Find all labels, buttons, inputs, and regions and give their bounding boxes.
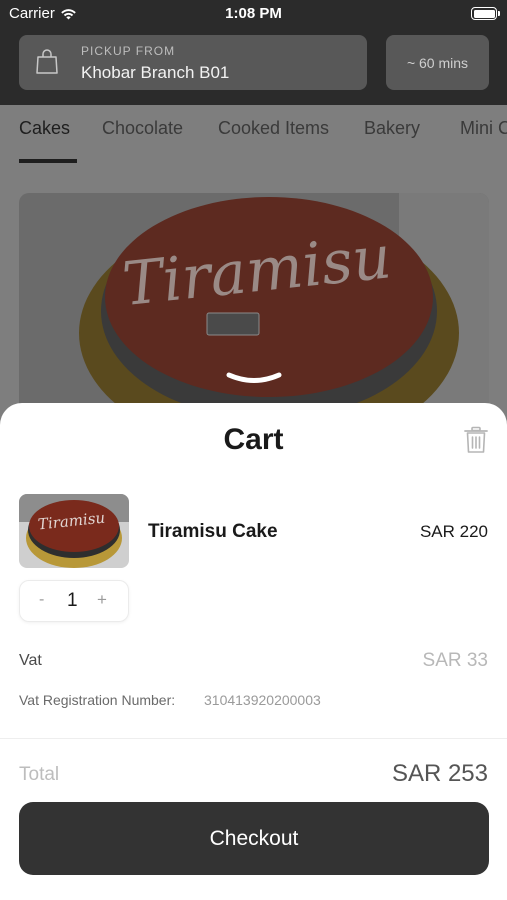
time-estimate-label: ~ 60 mins <box>406 54 469 71</box>
checkout-label: Checkout <box>209 826 299 850</box>
vat-label: Vat <box>19 652 42 669</box>
tab-cooked-items[interactable]: Cooked Items <box>218 118 329 139</box>
cart-item-price: SAR 220 <box>419 522 488 541</box>
cart-title: Cart <box>223 423 284 456</box>
pickup-branch-name: Khobar Branch B01 <box>81 63 230 82</box>
divider <box>0 738 507 739</box>
cart-item-thumbnail: Tiramisu <box>19 494 129 568</box>
status-time: 1:08 PM <box>225 5 282 22</box>
cart-sheet: Cart Tiramisu Tiramisu Cake SAR 220 - 1 … <box>0 403 507 900</box>
pickup-label: PICKUP FROM <box>81 44 176 58</box>
vat-value: SAR 33 <box>422 650 488 671</box>
trash-icon[interactable] <box>464 426 488 454</box>
cart-item-name: Tiramisu Cake <box>148 521 278 542</box>
tab-cakes[interactable]: Cakes <box>19 118 70 139</box>
vat-registration-label: Vat Registration Number: <box>19 692 176 708</box>
category-tabs: Cakes Chocolate Cooked Items Bakery Mini… <box>0 105 507 167</box>
shopping-bag-icon <box>36 49 58 74</box>
battery-icon <box>471 7 500 20</box>
pickup-time-estimate[interactable]: ~ 60 mins <box>386 35 489 90</box>
status-bar: Carrier 1:08 PM <box>0 0 507 28</box>
vat-registration-number: 310413920200003 <box>204 692 321 708</box>
increment-button[interactable]: + <box>97 590 107 610</box>
tab-chocolate[interactable]: Chocolate <box>102 118 183 139</box>
tab-bakery[interactable]: Bakery <box>364 118 420 139</box>
tab-mini[interactable]: Mini C <box>460 118 507 139</box>
pickup-location-selector[interactable]: PICKUP FROM Khobar Branch B01 <box>19 35 367 90</box>
total-value: SAR 253 <box>391 760 488 787</box>
quantity-stepper: - 1 + <box>19 580 129 622</box>
chevron-down-icon[interactable] <box>223 370 285 390</box>
checkout-button[interactable]: Checkout <box>19 802 489 875</box>
decrement-button[interactable]: - <box>39 591 44 609</box>
active-tab-indicator <box>19 159 77 163</box>
product-image: Tiramisu <box>19 193 489 433</box>
total-label: Total <box>19 764 60 785</box>
quantity-value: 1 <box>67 590 78 611</box>
pickup-header: PICKUP FROM Khobar Branch B01 ~ 60 mins <box>0 28 507 105</box>
